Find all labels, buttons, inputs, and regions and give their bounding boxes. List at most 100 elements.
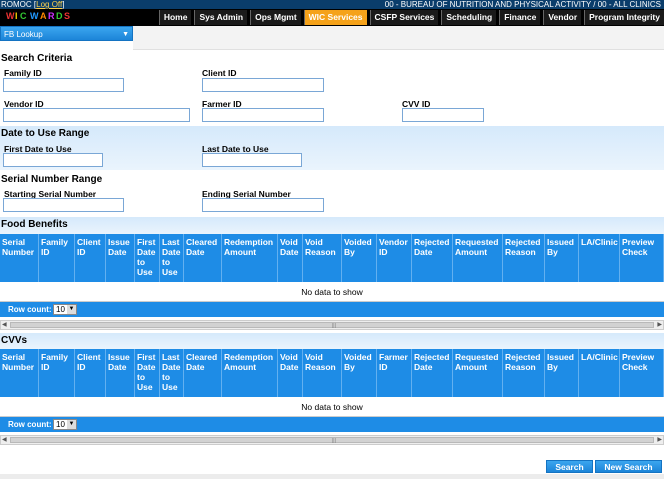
- nav-tab-csfp-services[interactable]: CSFP Services: [369, 10, 439, 25]
- agency-name: 00 - BUREAU OF NUTRITION AND PHYSICAL AC…: [384, 0, 661, 9]
- nav-tabs: Home Sys Admin Ops Mgmt WIC Services CSFP Se…: [156, 10, 664, 26]
- serial-range-title: Serial Number Range: [1, 174, 103, 185]
- column-header-issued-by[interactable]: Issued By: [545, 234, 579, 282]
- end-serial-input[interactable]: [202, 198, 324, 212]
- column-header-family-id[interactable]: Family ID: [39, 234, 75, 282]
- row-count-value: 10: [56, 305, 65, 314]
- search-criteria-title: Search Criteria: [1, 53, 73, 64]
- user-info: ROMOC [Log Off]: [1, 0, 65, 9]
- grip-icon: |||: [332, 438, 336, 444]
- lookup-select[interactable]: FB Lookup ▼: [0, 26, 133, 41]
- username: ROMOC: [1, 0, 32, 9]
- logoff-link[interactable]: Log Off: [36, 0, 62, 9]
- column-header-la-clinic[interactable]: LA/Clinic: [579, 349, 620, 397]
- column-header-requested-amount[interactable]: Requested Amount: [453, 349, 503, 397]
- cvvs-title: CVVs: [1, 335, 28, 346]
- header-divider: [133, 26, 664, 50]
- column-header-la-clinic[interactable]: LA/Clinic: [579, 234, 620, 282]
- column-header-rejected-date[interactable]: Rejected Date: [412, 349, 453, 397]
- column-header-void-date[interactable]: Void Date: [278, 234, 303, 282]
- column-header-client-id[interactable]: Client ID: [75, 349, 106, 397]
- client-id-input[interactable]: [202, 78, 324, 92]
- column-header-void-reason[interactable]: Void Reason: [303, 349, 342, 397]
- cvv-grid-pager: Row count: 10 ▼: [0, 417, 664, 432]
- family-id-input[interactable]: [3, 78, 124, 92]
- column-header-last-date-to-use[interactable]: Last Date to Use: [160, 349, 184, 397]
- cvvs-section: CVVs: [0, 333, 664, 349]
- new-search-button[interactable]: New Search: [595, 460, 662, 473]
- cvv-id-input[interactable]: [402, 108, 484, 122]
- column-header-client-id[interactable]: Client ID: [75, 234, 106, 282]
- column-header-voided-by[interactable]: Voided By: [342, 234, 377, 282]
- cvv-grid-header: Serial Number Family ID Client ID Issue Dat…: [0, 349, 664, 397]
- row-count-label: Row count:: [8, 305, 52, 314]
- client-id-label: Client ID: [202, 68, 237, 78]
- first-date-input[interactable]: [3, 153, 103, 167]
- column-header-rejected-reason[interactable]: Rejected Reason: [503, 234, 545, 282]
- column-header-cleared-date[interactable]: Cleared Date: [184, 234, 222, 282]
- scroll-right-icon[interactable]: ▶: [657, 321, 662, 329]
- cvv-grid-scrollbar[interactable]: ◀ ||| ▶: [0, 435, 664, 445]
- nav-tab-home[interactable]: Home: [158, 10, 192, 25]
- column-header-preview-check[interactable]: Preview Check: [620, 349, 664, 397]
- food-grid-pager: Row count: 10 ▼: [0, 302, 664, 317]
- start-serial-input[interactable]: [3, 198, 124, 212]
- column-header-redemption-amount[interactable]: Redemption Amount: [222, 234, 278, 282]
- scroll-thumb[interactable]: |||: [10, 322, 654, 329]
- lookup-label: FB Lookup: [4, 30, 43, 39]
- column-header-rejected-date[interactable]: Rejected Date: [412, 234, 453, 282]
- column-header-serial-number[interactable]: Serial Number: [0, 349, 39, 397]
- search-button[interactable]: Search: [546, 460, 593, 473]
- column-header-first-date-to-use[interactable]: First Date to Use: [135, 234, 160, 282]
- column-header-issue-date[interactable]: Issue Date: [106, 349, 135, 397]
- chevron-down-icon: ▼: [67, 305, 76, 314]
- nav-tab-finance[interactable]: Finance: [499, 10, 541, 25]
- scroll-thumb[interactable]: |||: [10, 437, 654, 444]
- column-header-void-date[interactable]: Void Date: [278, 349, 303, 397]
- cvv-grid-empty: No data to show: [0, 397, 664, 417]
- column-header-preview-check[interactable]: Preview Check: [620, 234, 664, 282]
- farmer-id-input[interactable]: [202, 108, 324, 122]
- nav-tab-program-integrity[interactable]: Program Integrity: [584, 10, 664, 25]
- column-header-last-date-to-use[interactable]: Last Date to Use: [160, 234, 184, 282]
- scroll-left-icon[interactable]: ◀: [2, 321, 7, 329]
- column-header-requested-amount[interactable]: Requested Amount: [453, 234, 503, 282]
- scroll-right-icon[interactable]: ▶: [657, 436, 662, 444]
- top-bar: ROMOC [Log Off] 00 - BUREAU OF NUTRITION…: [0, 0, 664, 9]
- row-count-value: 10: [56, 420, 65, 429]
- column-header-cleared-date[interactable]: Cleared Date: [184, 349, 222, 397]
- food-benefits-section: Food Benefits: [0, 217, 664, 234]
- footer-bar: [0, 474, 664, 479]
- column-header-first-date-to-use[interactable]: First Date to Use: [135, 349, 160, 397]
- column-header-issued-by[interactable]: Issued By: [545, 349, 579, 397]
- app-logo: W I C W A R D S: [6, 11, 71, 21]
- column-header-redemption-amount[interactable]: Redemption Amount: [222, 349, 278, 397]
- row-count-select[interactable]: 10 ▼: [53, 304, 77, 315]
- nav-tab-ops-mgmt[interactable]: Ops Mgmt: [250, 10, 301, 25]
- column-header-voided-by[interactable]: Voided By: [342, 349, 377, 397]
- column-header-serial-number[interactable]: Serial Number: [0, 234, 39, 282]
- nav-tab-wic-services[interactable]: WIC Services: [303, 10, 367, 25]
- column-header-rejected-reason[interactable]: Rejected Reason: [503, 349, 545, 397]
- nav-tab-scheduling[interactable]: Scheduling: [441, 10, 497, 25]
- nav-tab-sys-admin[interactable]: Sys Admin: [194, 10, 248, 25]
- nav-tab-vendor[interactable]: Vendor: [543, 10, 582, 25]
- family-id-label: Family ID: [4, 68, 42, 78]
- food-benefits-title: Food Benefits: [1, 219, 68, 230]
- scroll-left-icon[interactable]: ◀: [2, 436, 7, 444]
- column-header-farmer-id[interactable]: Farmer ID: [377, 349, 412, 397]
- food-grid-header: Serial Number Family ID Client ID Issue Dat…: [0, 234, 664, 282]
- grip-icon: |||: [332, 323, 336, 329]
- last-date-input[interactable]: [202, 153, 302, 167]
- date-range-title: Date to Use Range: [1, 128, 90, 139]
- column-header-issue-date[interactable]: Issue Date: [106, 234, 135, 282]
- column-header-void-reason[interactable]: Void Reason: [303, 234, 342, 282]
- column-header-family-id[interactable]: Family ID: [39, 349, 75, 397]
- food-grid-empty: No data to show: [0, 282, 664, 302]
- row-count-label: Row count:: [8, 420, 52, 429]
- vendor-id-input[interactable]: [3, 108, 190, 122]
- row-count-select[interactable]: 10 ▼: [53, 419, 77, 430]
- column-header-vendor-id[interactable]: Vendor ID: [377, 234, 412, 282]
- food-grid-scrollbar[interactable]: ◀ ||| ▶: [0, 320, 664, 330]
- chevron-down-icon: ▼: [122, 31, 129, 38]
